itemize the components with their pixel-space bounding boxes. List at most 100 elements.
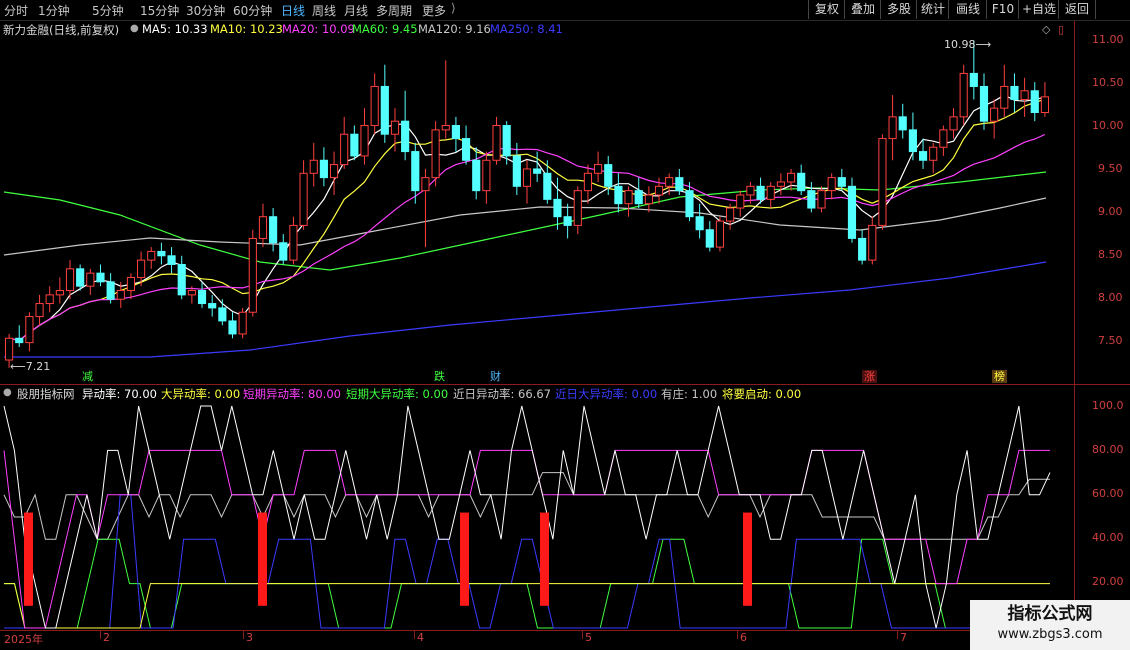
arrow-right-icon: ⟶ bbox=[975, 38, 992, 51]
price-tick: 8.00 bbox=[1098, 291, 1123, 304]
candle-body bbox=[126, 277, 136, 292]
candle-body bbox=[431, 129, 440, 179]
time-axis-border bbox=[0, 630, 1130, 631]
event-tag-cai[interactable]: 财 bbox=[488, 370, 503, 383]
month-tick bbox=[243, 631, 244, 639]
signal-bar bbox=[258, 512, 267, 606]
candle-body bbox=[86, 272, 95, 287]
candle-body bbox=[746, 185, 755, 196]
candle-body bbox=[55, 290, 64, 296]
indicator-value: 将要启动: 0.00 bbox=[722, 387, 802, 401]
candle-body bbox=[411, 151, 420, 192]
fuquan-button[interactable]: 复权 bbox=[808, 0, 845, 19]
period-tab-fenshi[interactable]: 分时 bbox=[4, 2, 28, 19]
month-label: 3 bbox=[246, 631, 253, 644]
candle-body bbox=[776, 181, 785, 187]
f10-button[interactable]: F10 bbox=[986, 0, 1019, 19]
ma20-line bbox=[8, 133, 1046, 342]
period-tab-daily[interactable]: 日线 bbox=[281, 2, 305, 19]
indicator-options-icon[interactable]: ● bbox=[3, 387, 12, 398]
statistics-button[interactable]: 统计 bbox=[916, 0, 949, 19]
candle-body bbox=[5, 337, 14, 361]
more-arrow-icon[interactable]: ⟩ bbox=[451, 1, 456, 15]
month-tick bbox=[414, 631, 415, 639]
candle-body bbox=[25, 316, 34, 344]
candle-body bbox=[96, 272, 105, 283]
ma250-line bbox=[4, 261, 1047, 358]
candle-body bbox=[929, 146, 938, 161]
candle-body bbox=[878, 138, 887, 226]
ma120-label: MA120: 9.16 bbox=[418, 22, 491, 36]
period-tab-5min[interactable]: 5分钟 bbox=[92, 2, 124, 19]
candle-body bbox=[573, 190, 582, 226]
candle-body bbox=[807, 190, 816, 209]
ma250-label: MA250: 8.41 bbox=[490, 22, 563, 36]
indicator-value: 异动率: 70.00 bbox=[82, 387, 157, 401]
period-tab-more[interactable]: 更多 bbox=[422, 2, 446, 19]
ma10-label: MA10: 10.23 bbox=[210, 22, 283, 36]
back-button[interactable]: 返回 bbox=[1058, 0, 1096, 19]
candle-body bbox=[715, 220, 725, 248]
candle-body bbox=[726, 207, 735, 222]
candle-body bbox=[644, 194, 653, 205]
indicator-value: 近日大异动率: 0.00 bbox=[555, 387, 658, 401]
indicator-value: 近日异动率: 66.67 bbox=[453, 387, 551, 401]
candle-body bbox=[522, 168, 532, 187]
watermark-logo: 指标公式网 www.zbgs3.com bbox=[970, 600, 1130, 650]
indicator-value: 短期异动率: 80.00 bbox=[243, 387, 341, 401]
period-tab-30min[interactable]: 30分钟 bbox=[186, 2, 225, 19]
candle-body bbox=[197, 290, 207, 305]
candle-body bbox=[228, 320, 237, 335]
candle-body bbox=[147, 250, 156, 261]
candle-body bbox=[604, 164, 613, 187]
candle-body bbox=[634, 190, 643, 205]
low-price-value: 7.21 bbox=[25, 360, 51, 373]
period-tab-1min[interactable]: 1分钟 bbox=[38, 2, 70, 19]
period-tab-weekly[interactable]: 周线 bbox=[312, 2, 336, 19]
period-tab-multi[interactable]: 多周期 bbox=[376, 2, 412, 19]
short-big-rate-line bbox=[4, 538, 1050, 629]
period-tab-15min[interactable]: 15分钟 bbox=[140, 2, 179, 19]
short-rate-line bbox=[3, 449, 1050, 629]
rate-line bbox=[3, 405, 1051, 629]
signal-bar bbox=[540, 512, 549, 606]
high-price-label: 10.98⟶ bbox=[944, 38, 991, 51]
diamond-icon[interactable]: ◇ bbox=[1042, 23, 1050, 36]
signal-bar bbox=[460, 512, 469, 606]
candle-body bbox=[1020, 90, 1029, 100]
candle-body bbox=[492, 125, 501, 161]
event-tag-bang[interactable]: 榜 bbox=[992, 370, 1007, 383]
candle-body bbox=[329, 164, 339, 179]
period-tab-60min[interactable]: 60分钟 bbox=[233, 2, 272, 19]
ma120-line bbox=[3, 197, 1047, 256]
event-tag-die[interactable]: 跌 bbox=[432, 370, 447, 383]
watermark-title: 指标公式网 bbox=[1007, 604, 1093, 624]
price-tick: 8.50 bbox=[1098, 248, 1123, 261]
candle-body bbox=[269, 216, 278, 244]
candle-body bbox=[116, 290, 125, 300]
month-tick bbox=[582, 631, 583, 639]
draw-line-button[interactable]: 画线 bbox=[948, 0, 987, 19]
scroll-handle-icon[interactable]: ▯ bbox=[1058, 23, 1064, 36]
options-circle-icon[interactable]: ● bbox=[130, 23, 139, 34]
candle-body bbox=[35, 303, 44, 318]
candle-body bbox=[898, 116, 907, 131]
candle-body bbox=[461, 138, 471, 161]
overlay-button[interactable]: 叠加 bbox=[844, 0, 881, 19]
candle-body bbox=[1000, 85, 1009, 109]
candle-body bbox=[705, 229, 714, 248]
month-label: 4 bbox=[417, 631, 424, 644]
arrow-left-icon: ⟵ bbox=[10, 360, 26, 373]
event-tag-zhang[interactable]: 涨 bbox=[862, 370, 877, 383]
price-tick: 9.50 bbox=[1098, 162, 1123, 175]
candle-body bbox=[319, 159, 328, 179]
month-tick bbox=[100, 631, 101, 639]
candle-body bbox=[208, 303, 217, 309]
candle-body bbox=[979, 85, 989, 122]
multi-stock-button[interactable]: 多股 bbox=[880, 0, 917, 19]
period-tab-monthly[interactable]: 月线 bbox=[344, 2, 368, 19]
candle-body bbox=[299, 172, 308, 226]
event-tag-jian[interactable]: 减 bbox=[80, 370, 95, 383]
candle-body bbox=[654, 185, 664, 196]
add-watchlist-button[interactable]: +自选 bbox=[1018, 0, 1059, 19]
